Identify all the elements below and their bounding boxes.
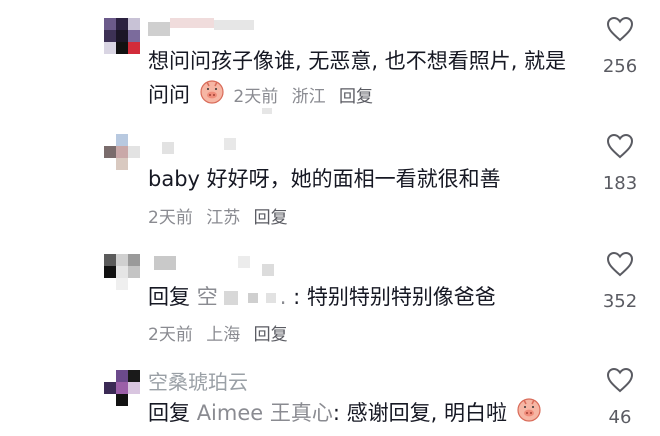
username[interactable]: 空桑琥珀云 — [148, 370, 248, 394]
reply-target-name[interactable]: 空. — [197, 285, 293, 309]
reply-prefix: 回复 — [148, 285, 190, 309]
avatar[interactable] — [104, 18, 140, 54]
like-count: 256 — [602, 56, 638, 77]
comment-location: 浙江 — [291, 87, 326, 107]
like-button[interactable]: 352 — [596, 251, 644, 312]
comment-text: 想问问孩子像谁, 无恶意, 也不想看照片, 就是 问问 2天前 浙江 回复 — [148, 44, 578, 114]
comment-meta: 2天前 江苏 回复 — [148, 203, 296, 228]
avatar[interactable] — [104, 134, 140, 170]
comment-location: 上海 — [206, 325, 241, 345]
pig-face-emoji — [516, 396, 542, 432]
reply-target-name[interactable]: Aimee 王真心 — [197, 401, 333, 425]
comment-time: 2天前 — [148, 208, 193, 228]
reply-button[interactable]: 回复 — [339, 87, 373, 107]
reply-button[interactable]: 回复 — [254, 208, 288, 228]
like-count: 183 — [602, 173, 638, 194]
heart-outline-icon — [606, 367, 634, 393]
like-button[interactable]: 183 — [596, 133, 644, 194]
comment-meta: 2天前 上海 回复 — [148, 320, 296, 345]
reply-button[interactable]: 回复 — [254, 325, 288, 345]
pig-face-emoji — [199, 78, 225, 114]
redaction-block — [262, 108, 272, 114]
comment-text: 回复 Aimee 王真心: 感谢回复, 明白啦 — [148, 396, 578, 432]
avatar[interactable] — [104, 370, 140, 406]
heart-outline-icon — [606, 133, 634, 159]
like-count: 46 — [608, 407, 632, 428]
heart-outline-icon — [606, 251, 634, 277]
heart-outline-icon — [606, 16, 634, 42]
like-button[interactable]: 256 — [596, 16, 644, 77]
comment-text: 回复 空. : 特别特别特别像爸爸 — [148, 285, 496, 309]
comment-location: 江苏 — [206, 208, 241, 228]
like-button[interactable]: 46 — [596, 367, 644, 428]
like-count: 352 — [602, 291, 638, 312]
reply-prefix: 回复 — [148, 401, 190, 425]
comment-time: 2天前 — [148, 325, 193, 345]
comment-text: baby 好好呀，她的面相一看就很和善 — [148, 167, 501, 191]
comment-time: 2天前 — [233, 87, 279, 107]
comment-meta: 2天前 浙江 回复 — [233, 87, 381, 107]
avatar[interactable] — [104, 254, 140, 290]
